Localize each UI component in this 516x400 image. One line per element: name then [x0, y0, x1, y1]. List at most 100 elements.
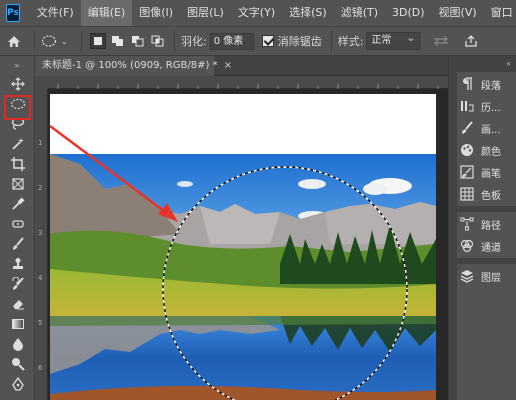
ruler-tick-label: 5: [38, 319, 43, 327]
close-icon[interactable]: ×: [224, 60, 232, 71]
ruler-corner: [36, 76, 48, 89]
tools-panel: »: [0, 56, 35, 400]
panel-group-separator: [457, 258, 516, 264]
subtract-from-selection-button[interactable]: [130, 33, 146, 49]
crop-tool[interactable]: [0, 154, 35, 174]
menu-filter[interactable]: 滤镜(T): [334, 0, 385, 26]
clone-stamp-tool[interactable]: [0, 254, 35, 274]
menu-image[interactable]: 图像(I): [132, 0, 180, 26]
add-selection-icon: [112, 36, 123, 46]
gradient-tool[interactable]: [0, 314, 35, 334]
eraser-tool-icon: [12, 300, 24, 310]
panel-brush-settings[interactable]: 画...: [459, 118, 516, 138]
panel-paths-label: 路径: [481, 220, 501, 232]
blur-tool[interactable]: [0, 334, 35, 354]
dock-strip: [449, 56, 457, 400]
home-button[interactable]: [0, 26, 28, 56]
subtract-selection-icon: [132, 36, 144, 47]
eyedropper-tool[interactable]: [0, 194, 35, 214]
document-canvas[interactable]: [50, 94, 436, 400]
tools-collapse-icon[interactable]: »: [0, 56, 34, 74]
brush-tool[interactable]: [0, 234, 35, 254]
panel-history-label: 历...: [481, 102, 501, 114]
history-brush-tool[interactable]: [0, 274, 35, 294]
feather-input[interactable]: 0 像素: [209, 32, 254, 50]
antialias-label: 消除锯齿: [277, 35, 322, 48]
tool-preset-picker[interactable]: ⌄: [41, 34, 75, 48]
menu-bar: Ps 文件(F) 编辑(E) 图像(I) 图层(L) 文字(Y) 选择(S) 滤…: [0, 0, 516, 26]
panel-swatches-label: 色板: [481, 190, 501, 202]
horizontal-ruler: [48, 76, 448, 89]
panel-channels[interactable]: 通道: [459, 236, 516, 256]
chevron-down-icon: ⌄: [61, 36, 68, 46]
options-bar: ⌄ 羽化: 0 像素 消除锯齿 样式: 正常: [0, 26, 516, 56]
panel-channels-label: 通道: [481, 242, 501, 254]
feather-label: 羽化:: [181, 35, 207, 48]
style-label: 样式:: [337, 35, 364, 48]
dock-collapse-icon[interactable]: «: [457, 56, 516, 72]
separator: [34, 31, 35, 51]
menu-edit[interactable]: 编辑(E): [80, 0, 133, 26]
panel-paths[interactable]: 路径: [459, 214, 516, 234]
style-select[interactable]: 正常: [366, 30, 421, 50]
brush-tool-icon: [12, 237, 24, 250]
menu-3d[interactable]: 3D(D): [385, 0, 432, 26]
document-tab-title: 未标题-1 @ 100% (0909, RGB/8#) *: [42, 60, 218, 71]
document-tab[interactable]: 未标题-1 @ 100% (0909, RGB/8#) * ×: [36, 56, 232, 76]
ruler-tick-label: 2: [38, 184, 43, 192]
panel-brush-settings-label: 画...: [481, 124, 501, 136]
menu-window[interactable]: 窗口: [484, 0, 516, 26]
panel-color[interactable]: 颜色: [459, 140, 516, 160]
menu-layer[interactable]: 图层(L): [180, 0, 231, 26]
blur-tool-icon: [12, 338, 23, 351]
ruler-tick-label: 4: [38, 274, 43, 282]
swatches-icon: [459, 186, 475, 202]
brushes-icon: [459, 164, 475, 180]
menu-file[interactable]: 文件(F): [30, 0, 81, 26]
magic-wand-tool[interactable]: [0, 134, 35, 154]
intersect-selection-icon: [151, 35, 164, 47]
gradient-tool-icon: [11, 319, 24, 329]
antialias-checkbox[interactable]: [261, 35, 274, 47]
channels-icon: [459, 238, 475, 254]
panel-brushes[interactable]: 画笔: [459, 162, 516, 182]
clone-stamp-tool-icon: [12, 258, 23, 269]
canvas-area[interactable]: [48, 89, 448, 400]
healing-brush-tool-icon: [11, 220, 24, 228]
panel-layers[interactable]: 图层: [459, 266, 516, 286]
panel-group-separator: [457, 206, 516, 212]
history-icon: [459, 98, 475, 114]
add-to-selection-button[interactable]: [110, 33, 126, 49]
panel-paragraph[interactable]: 段落: [459, 74, 516, 94]
frame-tool[interactable]: [0, 174, 35, 194]
ruler-tick-label: 1: [38, 139, 43, 147]
separator: [81, 31, 82, 51]
menu-type[interactable]: 文字(Y): [231, 0, 282, 26]
menu-view[interactable]: 视图(V): [432, 0, 484, 26]
document-tab-bar: 未标题-1 @ 100% (0909, RGB/8#) * ×: [36, 56, 448, 76]
panel-swatches[interactable]: 色板: [459, 184, 516, 204]
panel-layers-label: 图层: [481, 272, 501, 284]
photoshop-logo: Ps: [6, 4, 20, 22]
swap-width-height-icon[interactable]: [432, 34, 450, 48]
separator: [330, 31, 332, 51]
panel-brushes-label: 画笔: [481, 168, 501, 180]
brush-settings-icon: [459, 120, 475, 136]
history-brush-tool-icon: [11, 277, 24, 290]
frame-tool-icon: [11, 178, 24, 190]
eraser-tool[interactable]: [0, 294, 35, 314]
move-tool[interactable]: [0, 74, 35, 94]
menu-select[interactable]: 选择(S): [282, 0, 334, 26]
dodge-tool[interactable]: [0, 354, 35, 374]
panel-color-label: 颜色: [481, 146, 501, 158]
panel-dock: « 段落 历... 画... 颜色 画笔 色板 路径 通道 图层: [448, 56, 516, 400]
panel-history[interactable]: 历...: [459, 96, 516, 116]
intersect-selection-button[interactable]: [150, 33, 166, 49]
layers-icon: [459, 268, 475, 284]
new-selection-button[interactable]: [90, 33, 106, 49]
pen-tool[interactable]: [0, 374, 35, 394]
share-icon[interactable]: [464, 34, 478, 48]
paths-icon: [459, 216, 475, 232]
healing-brush-tool[interactable]: [0, 214, 35, 234]
separator: [174, 31, 175, 51]
